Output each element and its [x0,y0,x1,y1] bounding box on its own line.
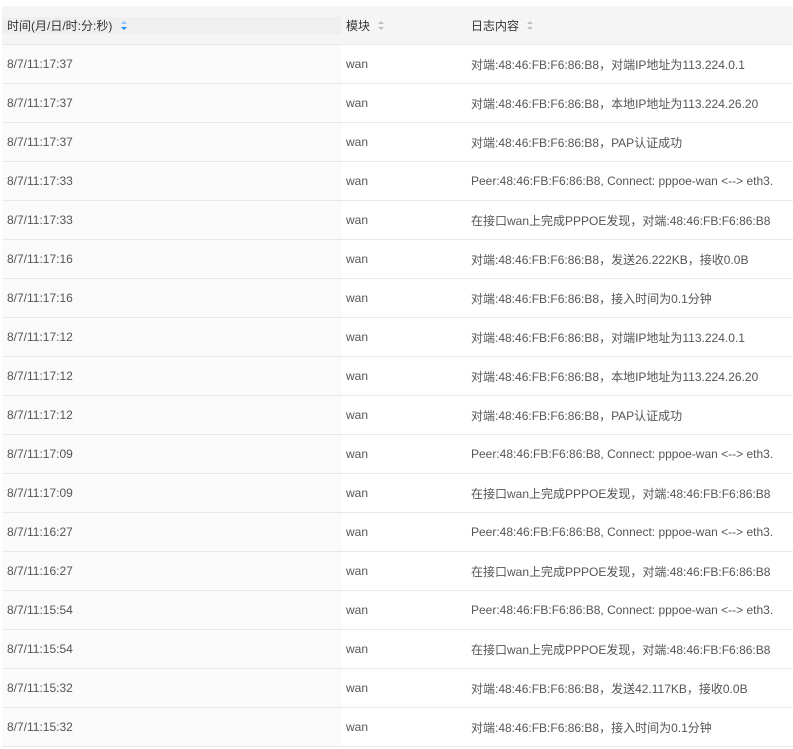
table-row: 8/7/11:17:12 wan 对端:48:46:FB:F6:86:B8，PAP认… [2,396,793,435]
cell-time: 8/7/11:17:37 [2,84,341,122]
table-row: 8/7/11:15:54 wan 在接口wan上完成PPPOE发现，对端:48:46… [2,630,793,669]
cell-module: wan [346,369,369,383]
cell-content: 对端:48:46:FB:F6:86:B8，对端IP地址为113.224.0.1 [471,330,745,345]
cell-content: 对端:48:46:FB:F6:86:B8，本地IP地址为113.224.26.2… [471,96,759,111]
table-row: 8/7/11:17:37 wan 对端:48:46:FB:F6:86:B8，PAP认… [2,123,793,162]
cell-content: 对端:48:46:FB:F6:86:B8，接入时间为0.1分钟 [471,720,712,735]
cell-module: wan [346,720,369,734]
cell-time: 8/7/11:17:33 [2,162,341,200]
cell-content: 对端:48:46:FB:F6:86:B8，接入时间为0.1分钟 [471,291,712,306]
cell-content: 对端:48:46:FB:F6:86:B8，PAP认证成功 [471,408,683,423]
table-row: 8/7/11:16:27 wan Peer:48:46:FB:F6:86:B8, C… [2,513,793,552]
cell-content: 在接口wan上完成PPPOE发现，对端:48:46:FB:F6:86:B8 [471,564,771,579]
column-header-content-label: 日志内容 [471,18,520,33]
cell-module: wan [346,642,369,656]
cell-module: wan [346,447,369,461]
column-header-time-label: 时间(月/日/时:分:秒) [7,18,113,33]
sort-icon[interactable] [527,20,534,30]
table-row: 8/7/11:17:12 wan 对端:48:46:FB:F6:86:B8，对端IP… [2,318,793,357]
cell-content: 对端:48:46:FB:F6:86:B8，PAP认证成功 [471,135,683,150]
cell-time: 8/7/11:17:12 [2,396,341,434]
cell-content: 在接口wan上完成PPPOE发现，对端:48:46:FB:F6:86:B8 [471,486,771,501]
cell-time: 8/7/11:17:09 [2,474,341,512]
cell-time: 8/7/11:16:27 [2,552,341,590]
cell-content: 对端:48:46:FB:F6:86:B8，发送42.117KB，接收0.0B [471,681,748,696]
cell-module: wan [346,486,369,500]
column-header-content[interactable]: 日志内容 [466,17,793,34]
cell-time: 8/7/11:17:16 [2,240,341,278]
table-row: 8/7/11:15:32 wan 对端:48:46:FB:F6:86:B8，发送42… [2,669,793,708]
column-header-time[interactable]: 时间(月/日/时:分:秒) [2,16,341,34]
cell-module: wan [346,330,369,344]
cell-module: wan [346,291,369,305]
table-row: 8/7/11:16:27 wan 在接口wan上完成PPPOE发现，对端:48:46… [2,552,793,591]
cell-time: 8/7/11:15:54 [2,630,341,668]
table-row: 8/7/11:17:37 wan 对端:48:46:FB:F6:86:B8，本地IP… [2,84,793,123]
cell-content: Peer:48:46:FB:F6:86:B8, Connect: pppoe-w… [471,525,774,539]
cell-module: wan [346,135,369,149]
table-row: 8/7/11:17:12 wan 对端:48:46:FB:F6:86:B8，本地IP… [2,357,793,396]
table-row: 8/7/11:17:33 wan 在接口wan上完成PPPOE发现，对端:48:46… [2,201,793,240]
cell-time: 8/7/11:17:37 [2,45,341,83]
column-header-module[interactable]: 模块 [341,17,466,34]
table-row: 8/7/11:17:09 wan 在接口wan上完成PPPOE发现，对端:48:46… [2,474,793,513]
cell-time: 8/7/11:17:09 [2,435,341,473]
cell-module: wan [346,252,369,266]
cell-module: wan [346,564,369,578]
table-row: 8/7/11:17:09 wan Peer:48:46:FB:F6:86:B8, C… [2,435,793,474]
cell-module: wan [346,525,369,539]
cell-time: 8/7/11:15:32 [2,708,341,746]
cell-module: wan [346,57,369,71]
cell-content: 在接口wan上完成PPPOE发现，对端:48:46:FB:F6:86:B8 [471,642,771,657]
table-row: 8/7/11:17:37 wan 对端:48:46:FB:F6:86:B8，对端IP… [2,45,793,84]
cell-content: 对端:48:46:FB:F6:86:B8，本地IP地址为113.224.26.2… [471,369,759,384]
table-row: 8/7/11:15:54 wan Peer:48:46:FB:F6:86:B8, C… [2,591,793,630]
sort-icon[interactable] [378,20,385,30]
table-row: 8/7/11:15:32 wan 对端:48:46:FB:F6:86:B8，接入时间… [2,708,793,747]
cell-content: 对端:48:46:FB:F6:86:B8，发送26.222KB，接收0.0B [471,252,749,267]
cell-module: wan [346,213,369,227]
log-table: 时间(月/日/时:分:秒) 模块 日志内容 8/7/11:17:37 wan 对端:… [2,6,793,747]
cell-time: 8/7/11:17:16 [2,279,341,317]
table-header: 时间(月/日/时:分:秒) 模块 日志内容 [2,6,793,45]
cell-module: wan [346,408,369,422]
cell-time: 8/7/11:17:33 [2,201,341,239]
cell-content: Peer:48:46:FB:F6:86:B8, Connect: pppoe-w… [471,174,774,188]
cell-content: 在接口wan上完成PPPOE发现，对端:48:46:FB:F6:86:B8 [471,213,771,228]
cell-time: 8/7/11:17:37 [2,123,341,161]
cell-module: wan [346,96,369,110]
cell-time: 8/7/11:17:12 [2,357,341,395]
cell-time: 8/7/11:16:27 [2,513,341,551]
cell-time: 8/7/11:17:12 [2,318,341,356]
cell-module: wan [346,681,369,695]
table-body: 8/7/11:17:37 wan 对端:48:46:FB:F6:86:B8，对端IP… [2,45,793,747]
cell-module: wan [346,603,369,617]
column-header-module-label: 模块 [346,18,371,33]
cell-content: Peer:48:46:FB:F6:86:B8, Connect: pppoe-w… [471,603,774,617]
table-row: 8/7/11:17:16 wan 对端:48:46:FB:F6:86:B8，发送26… [2,240,793,279]
cell-time: 8/7/11:15:54 [2,591,341,629]
cell-time: 8/7/11:15:32 [2,669,341,707]
table-row: 8/7/11:17:16 wan 对端:48:46:FB:F6:86:B8，接入时间… [2,279,793,318]
sort-icon[interactable] [120,20,127,30]
cell-module: wan [346,174,369,188]
table-row: 8/7/11:17:33 wan Peer:48:46:FB:F6:86:B8, C… [2,162,793,201]
cell-content: 对端:48:46:FB:F6:86:B8，对端IP地址为113.224.0.1 [471,57,745,72]
cell-content: Peer:48:46:FB:F6:86:B8, Connect: pppoe-w… [471,447,774,461]
